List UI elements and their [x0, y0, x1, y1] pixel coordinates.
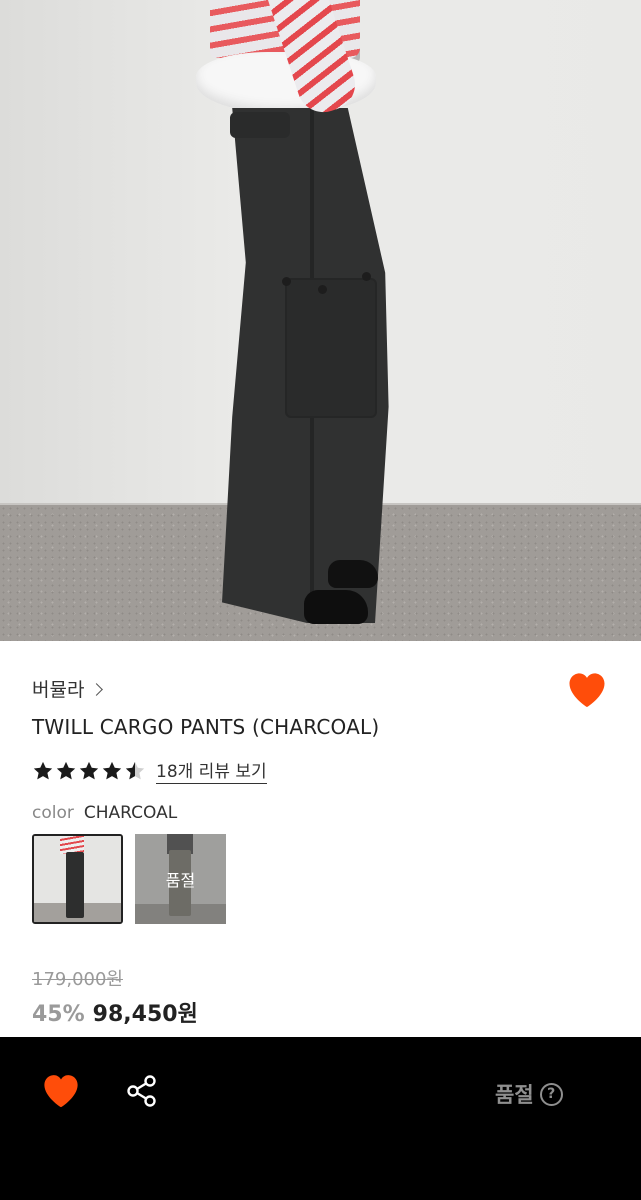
- original-price: 179,000원: [32, 969, 123, 990]
- soldout-overlay: 품절: [135, 834, 226, 924]
- color-label: color: [32, 803, 74, 823]
- product-main-image[interactable]: [0, 0, 641, 641]
- star-icon: [56, 761, 76, 779]
- color-row: color CHARCOAL: [32, 803, 177, 823]
- star-icon: [102, 761, 122, 779]
- price-row: 45% 98,450원: [32, 996, 198, 1028]
- boot: [328, 560, 378, 588]
- sale-price: 98,450원: [92, 1002, 198, 1027]
- half-star-icon: [125, 761, 145, 779]
- heart-icon[interactable]: [567, 671, 607, 709]
- question-icon[interactable]: ?: [539, 1082, 563, 1106]
- heart-icon[interactable]: [42, 1073, 80, 1109]
- product-info-panel: 버뮬라 TWILL CARGO PANTS (CHARCOAL) 18개 리뷰 …: [0, 641, 641, 1037]
- soldout-overlay-label: 품절: [165, 871, 196, 890]
- star-icon: [33, 761, 53, 779]
- color-swatch-khaki[interactable]: 품절: [135, 834, 226, 924]
- brand-name: 버뮬라: [32, 679, 85, 701]
- boot: [304, 590, 368, 624]
- discount-rate: 45%: [32, 1002, 85, 1027]
- soldout-label: 품절: [495, 1083, 534, 1107]
- brand-link[interactable]: 버뮬라: [32, 675, 104, 702]
- rating-row: 18개 리뷰 보기: [32, 757, 267, 784]
- color-swatch-charcoal[interactable]: [32, 834, 123, 924]
- share-icon[interactable]: [124, 1073, 160, 1109]
- product-title: TWILL CARGO PANTS (CHARCOAL): [32, 715, 380, 739]
- star-icon: [79, 761, 99, 779]
- cargo-pocket: [285, 278, 377, 418]
- soldout-status: 품절 ?: [495, 1079, 563, 1109]
- chevron-right-icon: [90, 683, 104, 696]
- bottom-action-bar: 품절 ?: [0, 1037, 641, 1200]
- review-link[interactable]: 18개 리뷰 보기: [156, 757, 267, 784]
- color-value: CHARCOAL: [83, 803, 178, 823]
- star-rating: [32, 760, 146, 782]
